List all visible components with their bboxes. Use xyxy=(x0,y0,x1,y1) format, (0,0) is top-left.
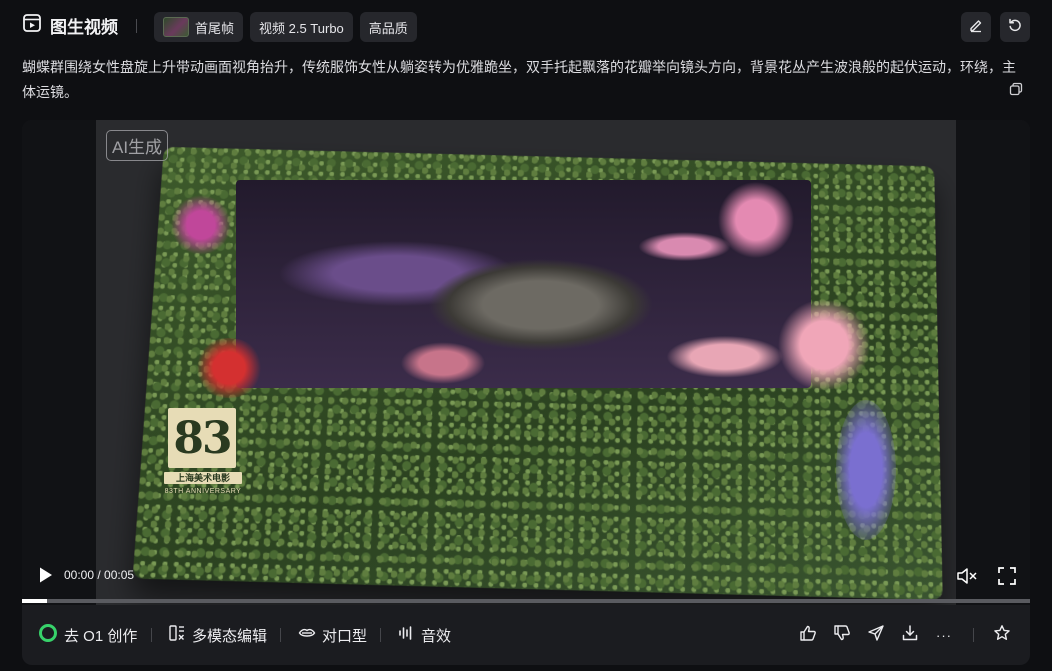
send-icon xyxy=(867,624,885,647)
speaker-muted-icon xyxy=(956,573,978,590)
thumbs-down-icon xyxy=(833,624,851,647)
video-card: AI生成 83 上海美术电影 83TH ANNIVERSARY 00:00 / … xyxy=(22,120,1030,665)
sound-effects-button[interactable]: 音效 xyxy=(397,624,451,646)
flower-cluster xyxy=(166,190,236,260)
edit-button[interactable] xyxy=(961,12,991,42)
regenerate-button[interactable] xyxy=(1000,12,1030,42)
header-divider xyxy=(136,19,137,33)
o1-create-button[interactable]: 去 O1 创作 xyxy=(38,624,137,646)
ai-generated-watermark: AI生成 xyxy=(106,130,168,161)
lip-sync-button[interactable]: 对口型 xyxy=(298,624,367,646)
toolbar-divider xyxy=(151,628,152,642)
flower-cluster xyxy=(836,400,896,540)
frame-thumbnail xyxy=(163,17,189,37)
favorite-button[interactable] xyxy=(991,624,1013,646)
multimodal-edit-icon xyxy=(168,624,186,646)
flower-cluster xyxy=(716,180,796,260)
app-title: 图生视频 xyxy=(22,13,118,38)
logo-text: 上海美术电影 xyxy=(164,472,242,484)
multimodal-edit-label: 多模态编辑 xyxy=(192,625,267,646)
download-button[interactable] xyxy=(899,624,921,646)
copy-icon xyxy=(1008,81,1024,102)
progress-bar[interactable] xyxy=(22,599,1030,603)
lips-icon xyxy=(298,624,316,646)
video-player[interactable]: AI生成 83 上海美术电影 83TH ANNIVERSARY 00:00 / … xyxy=(22,120,1030,605)
playback-time: 00:00 / 00:05 xyxy=(64,568,134,582)
lip-sync-label: 对口型 xyxy=(322,625,367,646)
play-button[interactable] xyxy=(38,566,54,584)
flower-cluster xyxy=(194,338,264,398)
chip-label: 视频 2.5 Turbo xyxy=(259,18,344,37)
studio-logo: 83 上海美术电影 83TH ANNIVERSARY xyxy=(164,408,242,500)
pencil-icon xyxy=(968,17,984,38)
multimodal-edit-button[interactable]: 多模态编辑 xyxy=(168,624,267,646)
audio-wave-icon xyxy=(397,624,415,646)
fullscreen-button[interactable] xyxy=(997,566,1017,586)
like-button[interactable] xyxy=(797,624,819,646)
chip-quality[interactable]: 高品质 xyxy=(360,12,417,42)
chip-label: 高品质 xyxy=(369,18,408,37)
download-icon xyxy=(901,624,919,647)
play-icon xyxy=(38,571,54,588)
image-to-video-icon xyxy=(22,13,42,38)
mute-button[interactable] xyxy=(956,566,978,586)
logo-number: 83 xyxy=(168,408,236,468)
prompt-text: 蝴蝶群围绕女性盘旋上升带动画面视角抬升，传统服饰女性从躺姿转为优雅跪坐，双手托起… xyxy=(22,55,1022,105)
progress-fill xyxy=(22,599,47,603)
chip-model[interactable]: 视频 2.5 Turbo xyxy=(250,12,353,42)
star-icon xyxy=(993,624,1011,647)
action-toolbar: 去 O1 创作 多模态编辑 对口型 音效 ··· xyxy=(22,605,1030,665)
sound-effects-label: 音效 xyxy=(421,625,451,646)
o1-create-label: 去 O1 创作 xyxy=(64,625,137,646)
dislike-button[interactable] xyxy=(831,624,853,646)
toolbar-divider xyxy=(380,628,381,642)
chip-label: 首尾帧 xyxy=(195,18,234,37)
o1-ring-icon xyxy=(38,623,58,647)
copy-prompt-button[interactable] xyxy=(1005,80,1027,102)
share-button[interactable] xyxy=(865,624,887,646)
chip-first-last-frame[interactable]: 首尾帧 xyxy=(154,12,243,42)
logo-subtext: 83TH ANNIVERSARY xyxy=(164,488,242,495)
undo-icon xyxy=(1007,17,1023,38)
fullscreen-icon xyxy=(997,573,1017,590)
flower-cluster xyxy=(774,300,874,390)
toolbar-divider xyxy=(973,628,974,642)
more-button[interactable]: ··· xyxy=(933,624,955,646)
toolbar-divider xyxy=(280,628,281,642)
thumbs-up-icon xyxy=(799,624,817,647)
page-title: 图生视频 xyxy=(50,13,118,38)
header: 图生视频 首尾帧 视频 2.5 Turbo 高品质 xyxy=(0,0,1052,52)
param-chips: 首尾帧 视频 2.5 Turbo 高品质 xyxy=(154,12,417,42)
video-frame: AI生成 83 上海美术电影 83TH ANNIVERSARY xyxy=(96,120,956,605)
